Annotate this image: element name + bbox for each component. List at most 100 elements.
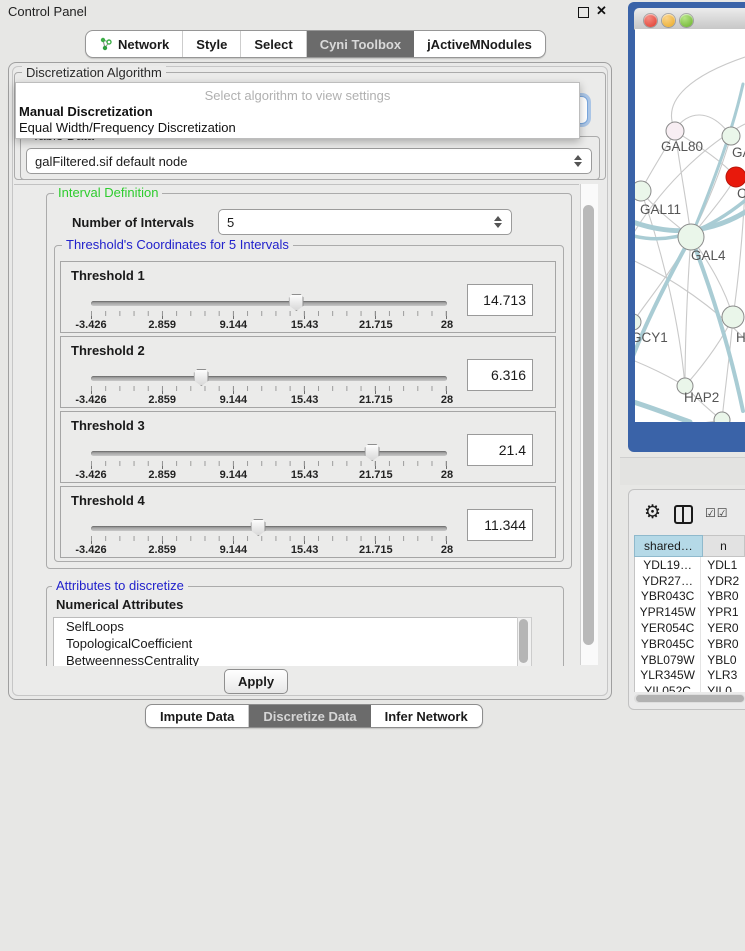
network-canvas[interactable]: GAL80 GA C GAL11 GAL4 GCY1 H HAP2 (635, 29, 745, 422)
table-row[interactable]: YER054C YER0 (635, 620, 745, 636)
slider-track[interactable] (91, 301, 447, 306)
table-horizontal-scrollbar-thumb[interactable] (636, 695, 744, 702)
cell-name[interactable]: YER0 (701, 620, 745, 636)
node-label: GAL11 (640, 202, 681, 217)
close-traffic-light[interactable] (644, 14, 657, 27)
tab-jactivemnodules[interactable]: jActiveMNodules (414, 31, 545, 57)
table-row[interactable]: YDR27… YDR2 (635, 573, 745, 589)
cell-shared-name[interactable]: YBL079W (635, 652, 701, 668)
threshold-value-field[interactable]: 14.713 (467, 284, 533, 316)
cell-name[interactable]: YBR0 (701, 589, 745, 605)
list-item[interactable]: BetweennessCentrality (54, 652, 517, 666)
threshold-label: Threshold 1 (71, 268, 145, 283)
table-row[interactable]: YBR043C YBR0 (635, 589, 745, 605)
slider-track[interactable] (91, 451, 447, 456)
list-item[interactable]: SelfLoops (54, 618, 517, 635)
threshold-slider[interactable]: -3.426 2.859 9.144 15.43 21.715 28 (91, 523, 447, 555)
tab-impute-data[interactable]: Impute Data (146, 705, 249, 727)
table-row[interactable]: YPR145W YPR1 (635, 604, 745, 620)
threshold-value-field[interactable]: 11.344 (467, 509, 533, 541)
slider-track[interactable] (91, 526, 447, 531)
tab-discretize-data[interactable]: Discretize Data (249, 705, 370, 727)
gear-icon[interactable]: ⚙ (644, 503, 661, 522)
dropdown-option-manual-discretization[interactable]: Manual Discretization (19, 104, 153, 119)
tick-label: 28 (441, 544, 453, 556)
cell-shared-name[interactable]: YER054C (635, 620, 701, 636)
float-window-icon[interactable] (578, 7, 589, 18)
dropdown-option-equal-width-frequency[interactable]: Equal Width/Frequency Discretization (19, 120, 236, 135)
tick-label: -3.426 (75, 544, 106, 556)
node-bottom-partial[interactable] (714, 412, 730, 422)
dropdown-prompt: Select algorithm to view settings (16, 88, 579, 103)
cell-name[interactable]: YPR1 (701, 604, 745, 620)
cell-name[interactable]: YBL0 (701, 652, 745, 668)
cell-name[interactable]: YIL0 (701, 683, 745, 692)
network-nodes[interactable] (635, 122, 745, 422)
tab-select[interactable]: Select (241, 31, 306, 57)
cell-shared-name[interactable]: YBR045C (635, 636, 701, 652)
cell-shared-name[interactable]: YBR043C (635, 589, 701, 605)
node-gal4[interactable] (678, 224, 704, 250)
node-red-selected[interactable] (726, 167, 745, 187)
slider-thumb[interactable] (289, 294, 304, 311)
tick-label: 21.715 (359, 319, 393, 331)
settings-vertical-scrollbar-thumb[interactable] (583, 205, 594, 645)
apply-button[interactable]: Apply (224, 669, 288, 694)
attributes-list-scrollbar-thumb[interactable] (519, 619, 528, 663)
column-header-shared-name[interactable]: shared… (634, 535, 703, 557)
table-row[interactable]: YBR045C YBR0 (635, 636, 745, 652)
attributes-to-discretize-title: Attributes to discretize (52, 579, 188, 592)
slider-tick-marks (91, 461, 447, 469)
table-row[interactable]: YDL19… YDL1 (635, 557, 745, 573)
slider-thumb[interactable] (365, 444, 380, 461)
cell-name[interactable]: YLR3 (701, 668, 745, 684)
threshold-slider[interactable]: -3.426 2.859 9.144 15.43 21.715 28 (91, 373, 447, 405)
tab-infer-network[interactable]: Infer Network (371, 705, 482, 727)
numerical-attributes-list[interactable]: SelfLoopsTopologicalCoefficientBetweenne… (53, 617, 518, 666)
column-header-name[interactable]: n (703, 535, 745, 557)
tab-cyni-toolbox[interactable]: Cyni Toolbox (307, 31, 414, 57)
slider-thumb[interactable] (251, 519, 266, 536)
threshold-slider[interactable]: -3.426 2.859 9.144 15.43 21.715 28 (91, 298, 447, 330)
node-gal80[interactable] (666, 122, 684, 140)
cell-shared-name[interactable]: YDR27… (635, 573, 701, 589)
table-row[interactable]: YIL052C YIL0 (635, 683, 745, 692)
node-gal11[interactable] (635, 181, 651, 201)
network-icon (99, 37, 113, 51)
threshold-value-field[interactable]: 21.4 (467, 434, 533, 466)
table-row[interactable]: YLR345W YLR3 (635, 668, 745, 684)
cell-name[interactable]: YDL1 (701, 557, 745, 573)
columns-icon[interactable] (674, 505, 693, 524)
cell-shared-name[interactable]: YPR145W (635, 604, 701, 620)
threshold-panel: Threshold 1 -3.426 2.859 9.144 15.43 21.… (60, 261, 556, 333)
slider-thumb[interactable] (194, 369, 209, 386)
list-item[interactable]: TopologicalCoefficient (54, 635, 517, 652)
node-gcy1[interactable] (635, 314, 641, 330)
tick-label: -3.426 (75, 319, 106, 331)
cell-name[interactable]: YDR2 (701, 573, 745, 589)
threshold-value-field[interactable]: 6.316 (467, 359, 533, 391)
slider-track[interactable] (91, 376, 447, 381)
select-columns-icons[interactable]: ☑☑ (705, 506, 729, 520)
cell-shared-name[interactable]: YIL052C (635, 683, 701, 692)
tab-style[interactable]: Style (183, 31, 241, 57)
table-data-combobox[interactable]: galFiltered.sif default node (26, 148, 592, 174)
zoom-traffic-light[interactable] (680, 14, 693, 27)
tab-select-label: Select (254, 37, 292, 52)
top-tab-bar: Network Style Select Cyni Toolbox jActiv… (85, 30, 546, 58)
tick-label: 28 (441, 319, 453, 331)
cell-shared-name[interactable]: YDL19… (635, 557, 701, 573)
thresholds-coordinates-title: Threshold's Coordinates for 5 Intervals (62, 238, 293, 251)
table-body[interactable]: YDL19… YDL1 YDR27… YDR2 YBR043C YBR0 YPR… (634, 557, 745, 692)
cell-name[interactable]: YBR0 (701, 636, 745, 652)
table-row[interactable]: YBL079W YBL0 (635, 652, 745, 668)
tick-label: 2.859 (148, 544, 176, 556)
cell-shared-name[interactable]: YLR345W (635, 668, 701, 684)
node-top-right[interactable] (722, 127, 740, 145)
tab-network[interactable]: Network (86, 31, 183, 57)
minimize-traffic-light[interactable] (662, 14, 675, 27)
close-icon[interactable]: ✕ (596, 3, 607, 19)
threshold-slider[interactable]: -3.426 2.859 9.144 15.43 21.715 28 (91, 448, 447, 480)
node-h[interactable] (722, 306, 744, 328)
number-of-intervals-spinner[interactable]: 5 (218, 209, 512, 235)
